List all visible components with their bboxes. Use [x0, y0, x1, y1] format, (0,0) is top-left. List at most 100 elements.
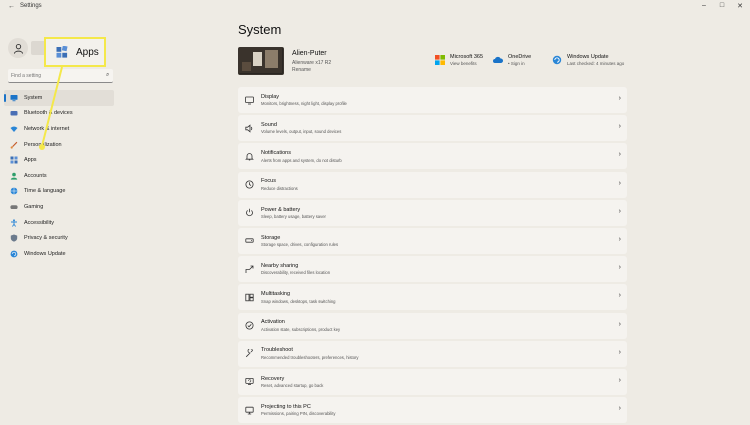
share-icon [243, 265, 255, 274]
settings-card-notifications[interactable]: Notifications Alerts from apps and system… [238, 143, 627, 170]
settings-card-recovery[interactable]: Recovery Reset, advanced startup, go back… [238, 368, 627, 395]
brush-icon [10, 141, 18, 149]
chevron-right-icon: › [618, 151, 621, 159]
close-button[interactable]: ✕ [734, 2, 746, 10]
quicklink-title: Microsoft 365 [450, 54, 484, 60]
sidebar: ⌕ System Bluetooth & devices Network & i… [0, 14, 230, 422]
nav-list: System Bluetooth & devices Network & int… [4, 90, 114, 262]
quicklink-title: OneDrive [508, 54, 532, 60]
sidebar-item-label: Windows Update [24, 250, 66, 257]
maximize-button[interactable]: □ [716, 2, 728, 9]
sidebar-item-personalization[interactable]: Personalization [4, 137, 114, 153]
page-title: System [238, 22, 282, 37]
recovery-icon [243, 377, 255, 386]
update-icon [10, 250, 18, 258]
card-subtitle: Alerts from apps and system, do not dist… [261, 157, 342, 163]
sidebar-item-label: Accounts [24, 172, 47, 179]
settings-card-nearby-sharing[interactable]: Nearby sharing Discoverability, received … [238, 256, 627, 283]
settings-card-power-battery[interactable]: Power & battery Sleep, battery usage, bat… [238, 199, 627, 226]
settings-card-activation[interactable]: Activation Activation state, subscription… [238, 312, 627, 339]
sidebar-item-gaming[interactable]: Gaming [4, 199, 114, 215]
cloud-icon [493, 56, 503, 63]
apps-icon [56, 46, 68, 58]
chevron-right-icon: › [618, 376, 621, 384]
person-icon [13, 43, 23, 54]
card-subtitle: Reset, advanced startup, go back [261, 383, 324, 389]
chevron-right-icon: › [618, 292, 621, 300]
sidebar-item-system[interactable]: System [4, 90, 114, 106]
settings-card-focus[interactable]: Focus Reduce distractions › [238, 171, 627, 198]
card-title: Sound [261, 121, 277, 128]
settings-list: Display Monitors, brightness, night light… [238, 87, 627, 425]
apps-icon [10, 156, 18, 164]
settings-card-display[interactable]: Display Monitors, brightness, night light… [238, 87, 627, 113]
card-title: Focus [261, 178, 276, 185]
card-subtitle: Snap windows, desktops, task switching [261, 298, 336, 304]
power-icon [243, 208, 255, 217]
globe-icon [10, 187, 18, 195]
callout-label: Apps [76, 46, 99, 58]
card-title: Multitasking [261, 291, 291, 298]
chevron-right-icon: › [618, 348, 621, 356]
sidebar-item-bluetooth[interactable]: Bluetooth & devices [4, 106, 114, 122]
sidebar-item-windows-update[interactable]: Windows Update [4, 246, 114, 262]
speaker-icon [243, 124, 255, 133]
chevron-right-icon: › [618, 405, 621, 413]
chevron-right-icon: › [618, 123, 621, 131]
sidebar-item-label: Privacy & security [24, 235, 68, 242]
settings-card-projecting[interactable]: Projecting to this PC Permissions, pairin… [238, 397, 627, 424]
search-input[interactable] [8, 72, 106, 79]
focus-icon [243, 180, 255, 189]
card-title: Recovery [261, 375, 285, 382]
minimize-button[interactable]: – [698, 2, 710, 9]
quicklink-microsoft365[interactable]: Microsoft 365 View benefits [435, 54, 483, 66]
back-button[interactable]: ← [8, 3, 15, 10]
window-title: Settings [20, 3, 42, 9]
sidebar-item-accounts[interactable]: Accounts [4, 168, 114, 184]
gamepad-icon [10, 203, 18, 211]
card-subtitle: Recommended troubleshooters, preferences… [261, 354, 359, 360]
quicklink-windows-update[interactable]: Windows Update Last checked: 4 minutes ag… [552, 54, 624, 66]
device-thumbnail [238, 47, 284, 75]
sidebar-item-accessibility[interactable]: Accessibility [4, 215, 114, 231]
chevron-right-icon: › [618, 235, 621, 243]
quicklink-onedrive[interactable]: OneDrive • Sign in [493, 54, 531, 66]
card-title: Display [261, 93, 280, 100]
microsoft-logo-icon [435, 55, 445, 65]
chevron-right-icon: › [618, 179, 621, 187]
main-panel: System Alien-Puter Alienware x17 R2 Rena… [230, 14, 750, 425]
sidebar-item-network[interactable]: Network & internet [4, 121, 114, 137]
project-icon [243, 406, 255, 415]
sidebar-item-label: Time & language [24, 188, 66, 195]
chevron-right-icon: › [618, 264, 621, 272]
chevron-right-icon: › [618, 207, 621, 215]
bell-icon [243, 152, 255, 161]
card-subtitle: Monitors, brightness, night light, displ… [261, 101, 347, 107]
avatar[interactable] [8, 38, 28, 58]
card-subtitle: Volume levels, output, input, sound devi… [261, 129, 342, 135]
sidebar-item-time-language[interactable]: Time & language [4, 184, 114, 200]
settings-card-storage[interactable]: Storage Storage space, drives, configurat… [238, 227, 627, 254]
settings-card-multitasking[interactable]: Multitasking Snap windows, desktops, task… [238, 284, 627, 311]
card-subtitle: Discoverability, received files location [261, 270, 331, 276]
settings-card-sound[interactable]: Sound Volume levels, output, input, sound… [238, 115, 627, 142]
sidebar-item-label: System [24, 94, 43, 101]
sidebar-item-privacy-security[interactable]: Privacy & security [4, 230, 114, 246]
card-title: Notifications [261, 150, 291, 157]
rename-link[interactable]: Rename [292, 67, 311, 73]
search-box[interactable]: ⌕ [8, 69, 113, 83]
shield-icon [10, 234, 18, 242]
settings-card-troubleshoot[interactable]: Troubleshoot Recommended troubleshooters,… [238, 340, 627, 367]
sidebar-item-label: Gaming [24, 203, 44, 210]
quicklink-title: Windows Update [567, 54, 609, 60]
search-icon: ⌕ [106, 72, 110, 78]
card-title: Projecting to this PC [261, 403, 311, 410]
quicklink-subtitle: Last checked: 4 minutes ago [567, 61, 625, 66]
sidebar-item-apps[interactable]: Apps [4, 152, 114, 168]
card-subtitle: Storage space, drives, configuration rul… [261, 242, 339, 248]
title-bar: ← Settings – □ ✕ [0, 0, 750, 14]
sidebar-item-label: Personalization [24, 141, 62, 148]
quicklink-subtitle: View benefits [450, 61, 477, 66]
card-title: Power & battery [261, 206, 301, 213]
quicklink-subtitle: • Sign in [508, 61, 525, 66]
